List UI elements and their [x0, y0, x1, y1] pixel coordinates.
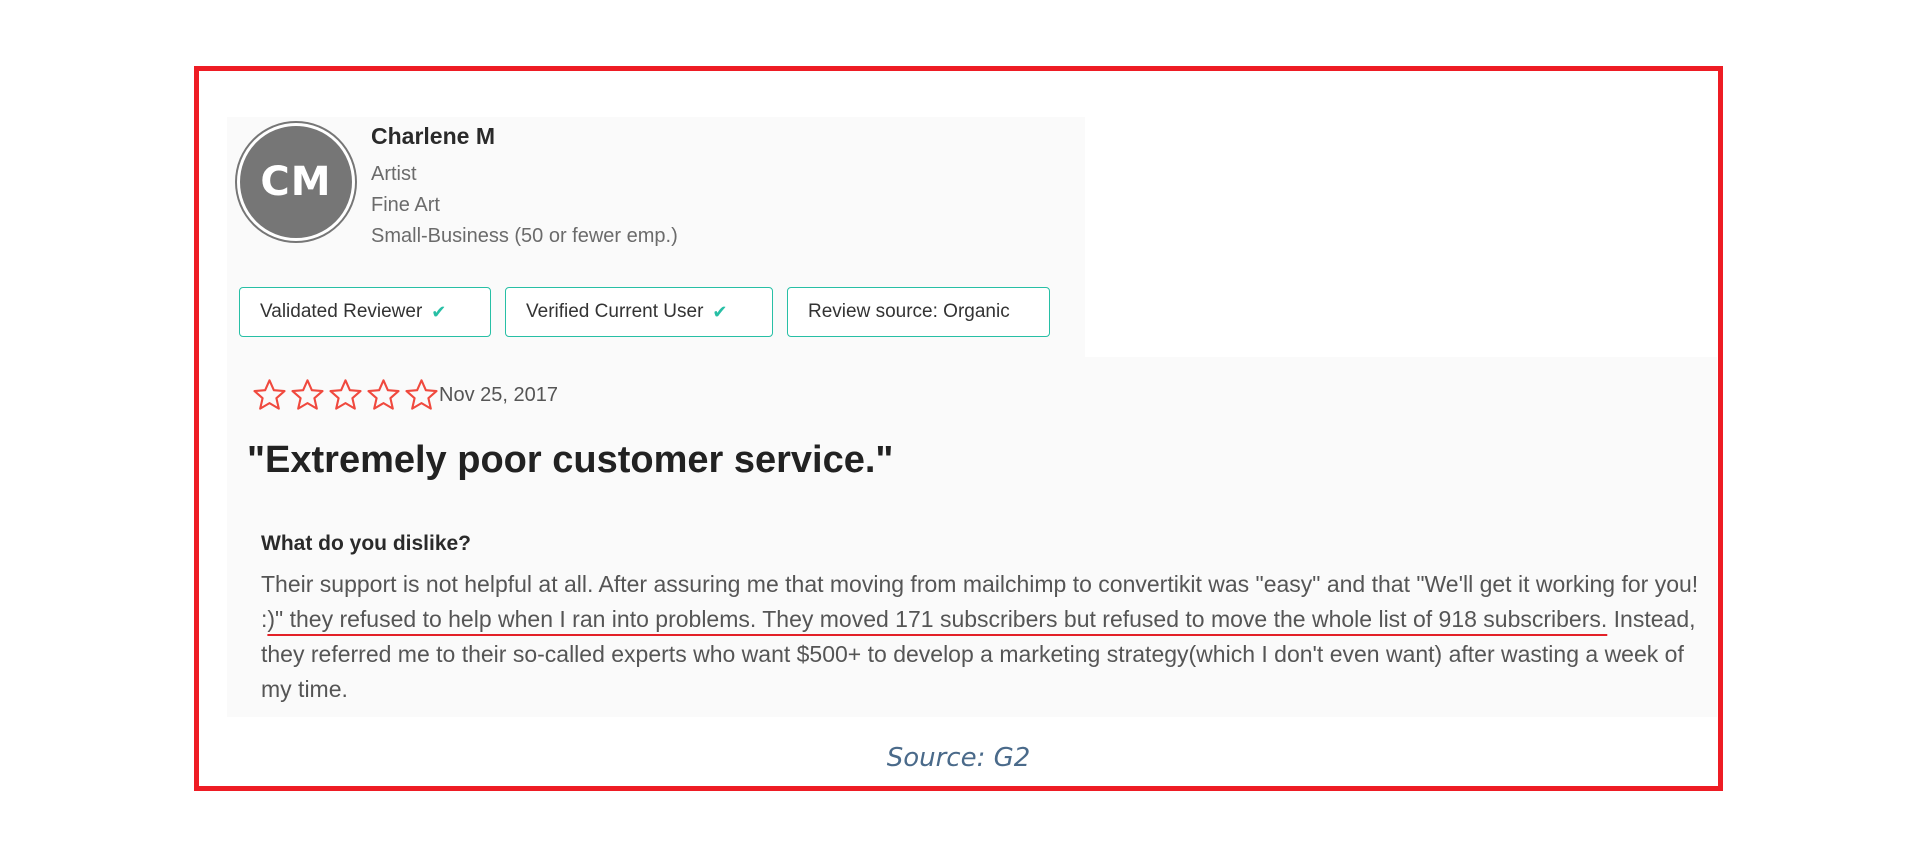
source-caption: Source: G2 [886, 743, 1031, 773]
check-icon: ✔ [712, 301, 728, 323]
avatar: CM [237, 123, 355, 241]
review-title[interactable]: "Extremely poor customer service." [247, 439, 893, 482]
badge-label: Verified Current User [526, 301, 704, 322]
badge-label: Validated Reviewer [260, 301, 423, 322]
highlight-frame: CM Charlene M Artist Fine Art Small-Busi… [194, 66, 1723, 791]
review-date: Nov 25, 2017 [439, 384, 558, 406]
reviewer-role: Artist [371, 163, 417, 185]
star-empty-icon [405, 379, 438, 410]
star-empty-icon [367, 379, 400, 410]
question-heading: What do you dislike? [261, 532, 472, 555]
badge-label: Review source: Organic [808, 301, 1010, 322]
review-answer: Their support is not helpful at all. Aft… [261, 567, 1701, 707]
star-rating [251, 377, 440, 413]
reviewer-company-size: Small-Business (50 or fewer emp.) [371, 225, 678, 247]
badge-verified-current-user[interactable]: Verified Current User ✔ [505, 287, 773, 337]
review-card: CM Charlene M Artist Fine Art Small-Busi… [227, 117, 1717, 717]
answer-highlighted-text: )" they refused to help when I ran into … [267, 606, 1608, 632]
star-empty-icon [291, 379, 324, 410]
reviewer-industry: Fine Art [371, 194, 440, 216]
reviewer-name[interactable]: Charlene M [371, 123, 495, 150]
star-empty-icon [329, 379, 362, 410]
badge-review-source[interactable]: Review source: Organic [787, 287, 1050, 337]
avatar-initials: CM [260, 159, 332, 205]
badge-validated-reviewer[interactable]: Validated Reviewer ✔ [239, 287, 491, 337]
check-icon: ✔ [431, 301, 447, 323]
star-empty-icon [253, 379, 286, 410]
